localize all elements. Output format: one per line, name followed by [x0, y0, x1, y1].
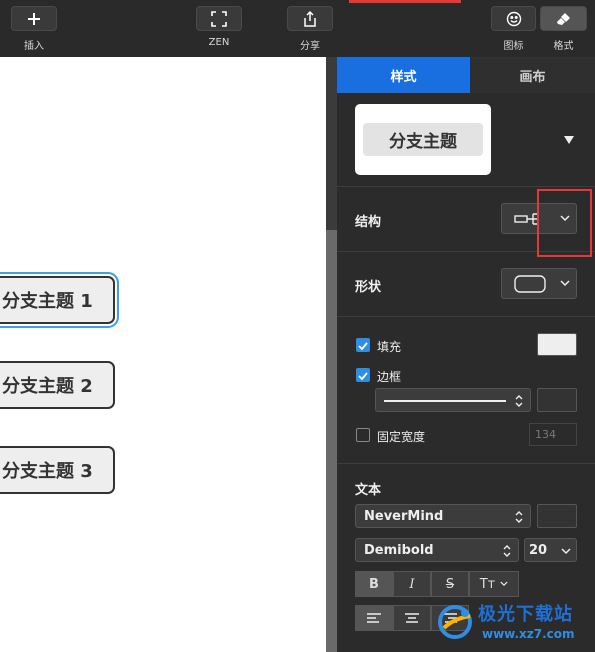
- border-style-select[interactable]: [375, 388, 531, 412]
- strikethrough-button[interactable]: S: [431, 571, 469, 597]
- share-button[interactable]: [287, 6, 333, 31]
- align-center-button[interactable]: [393, 605, 431, 631]
- preset-dropdown-icon[interactable]: [564, 136, 574, 144]
- shape-dropdown[interactable]: [501, 268, 577, 299]
- divider: [337, 186, 595, 187]
- font-size-select[interactable]: 20: [524, 538, 577, 562]
- font-family-value: NeverMind: [364, 509, 444, 524]
- bold-button[interactable]: B: [355, 571, 393, 597]
- fill-color-swatch[interactable]: [537, 333, 577, 356]
- watermark-url: www.xz7.com: [482, 627, 575, 641]
- text-section-label: 文本: [355, 483, 382, 498]
- fixed-width-input[interactable]: 134: [529, 423, 577, 446]
- tab-style[interactable]: 样式: [337, 57, 470, 93]
- watermark-title: 极光下载站: [478, 604, 573, 625]
- canvas-scrollbar-thumb[interactable]: [326, 230, 337, 652]
- zen-button[interactable]: [196, 6, 242, 31]
- font-size-value: 20: [529, 543, 548, 558]
- format-label: 格式: [553, 41, 574, 52]
- smiley-icon: [506, 11, 521, 26]
- share-icon: [304, 10, 316, 27]
- align-left-button[interactable]: [355, 605, 393, 631]
- updown-icon: [515, 395, 523, 407]
- divider: [337, 463, 595, 464]
- rounded-rect-shape-icon: [514, 275, 546, 293]
- font-family-select[interactable]: NeverMind: [355, 504, 531, 528]
- plus-icon: [28, 12, 40, 25]
- top-toolbar: 插入 ZEN 分享 图标 格式: [0, 0, 595, 57]
- share-label: 分享: [300, 41, 320, 52]
- structure-label: 结构: [355, 215, 382, 230]
- fill-label: 填充: [377, 340, 402, 354]
- updown-icon: [515, 511, 523, 523]
- divider: [337, 316, 595, 317]
- zen-label: ZEN: [208, 37, 230, 48]
- italic-button[interactable]: I: [393, 571, 431, 597]
- border-checkbox[interactable]: [356, 368, 370, 382]
- chevron-down-icon: [561, 548, 571, 555]
- chevron-down-icon: [560, 280, 570, 287]
- font-weight-select[interactable]: Demibold: [355, 538, 519, 562]
- align-left-icon: [367, 613, 381, 623]
- topic-node[interactable]: 分支主题 2: [0, 361, 115, 409]
- fill-checkbox[interactable]: [356, 338, 370, 352]
- watermark: 极光下载站 www.xz7.com: [436, 598, 586, 648]
- text-case-button[interactable]: Tт: [469, 571, 519, 597]
- brush-icon: [556, 12, 570, 25]
- fixed-width-label: 固定宽度: [377, 430, 426, 444]
- format-button[interactable]: [540, 6, 587, 31]
- tab-canvas[interactable]: 画布: [470, 57, 595, 93]
- topic-style-preview[interactable]: 分支主题: [355, 104, 491, 175]
- fullscreen-icon: [211, 10, 227, 27]
- text-case-label: Tт: [479, 576, 496, 592]
- icons-label: 图标: [503, 41, 524, 52]
- topic-node[interactable]: 分支主题 1: [0, 272, 119, 328]
- icons-button[interactable]: [491, 6, 536, 31]
- watermark-logo-icon: [438, 605, 472, 639]
- highlight-strip: [349, 0, 461, 3]
- align-center-icon: [405, 613, 419, 623]
- format-panel: 样式 画布 分支主题 结构 形状 填充 边框 固定宽度 134 文本 Never…: [337, 57, 595, 652]
- solid-line-icon: [384, 400, 506, 402]
- border-label: 边框: [377, 370, 402, 384]
- text-color-swatch[interactable]: [537, 504, 577, 528]
- fixed-width-checkbox[interactable]: [356, 428, 370, 442]
- chevron-down-icon: [500, 581, 508, 587]
- check-icon: [358, 342, 368, 351]
- font-weight-value: Demibold: [364, 543, 434, 558]
- insert-label: 插入: [24, 41, 44, 52]
- preview-topic-label: 分支主题: [363, 123, 483, 156]
- mindmap-canvas[interactable]: 分支主题 1 分支主题 2 分支主题 3: [0, 57, 326, 652]
- highlight-box: [537, 189, 592, 257]
- check-icon: [358, 372, 368, 381]
- updown-icon: [503, 545, 511, 557]
- insert-button[interactable]: [11, 6, 57, 31]
- topic-node[interactable]: 分支主题 3: [0, 446, 115, 494]
- shape-label: 形状: [355, 280, 382, 295]
- border-color-swatch[interactable]: [537, 388, 577, 412]
